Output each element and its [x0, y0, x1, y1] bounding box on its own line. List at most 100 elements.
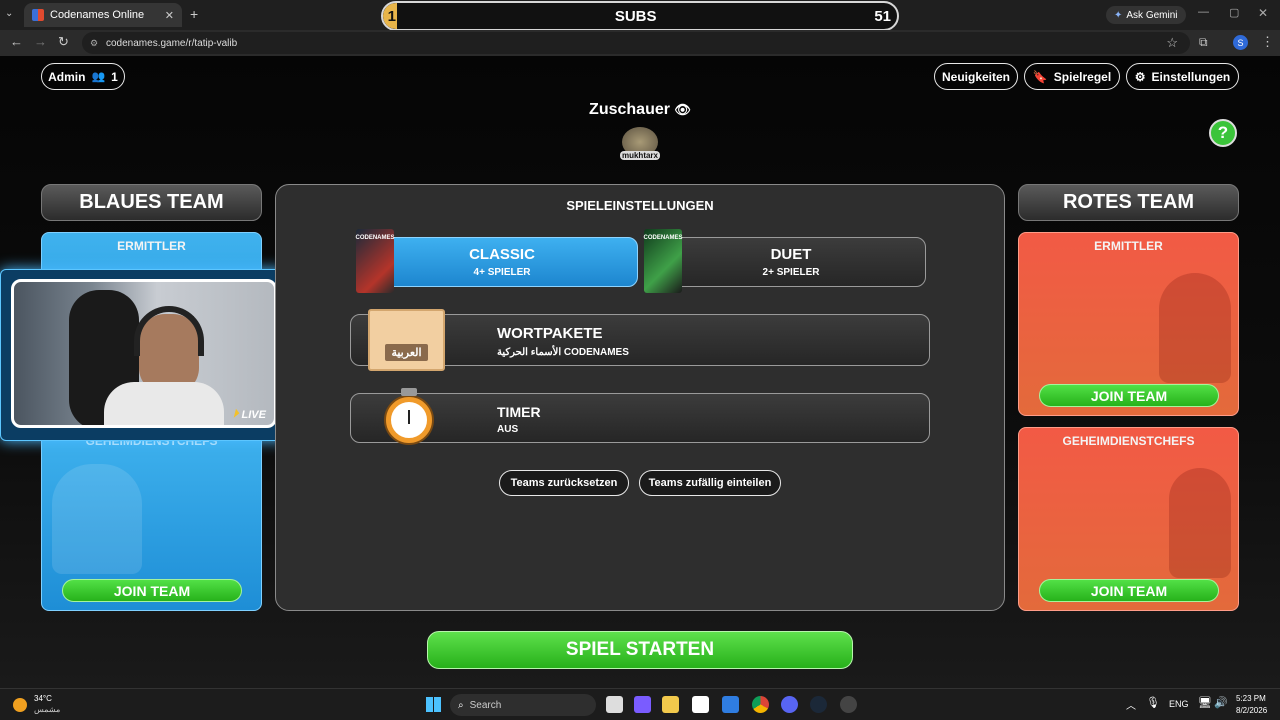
bookmark-icon: 🔖 [1032, 69, 1048, 84]
blue-spymasters-card: GEHEIMDIENSTCHEFS JOIN TEAM [41, 427, 262, 611]
site-info-icon[interactable]: ⚙ [90, 38, 98, 49]
subs-goal-bar: 1 SUBS 51 [381, 1, 899, 31]
windows-start-icon[interactable] [426, 697, 441, 712]
stopwatch-icon [386, 388, 432, 443]
streamer-body [104, 382, 224, 425]
gemini-sparkle-icon: ✦ [1114, 9, 1123, 21]
wordpack-card-label: العربية [385, 344, 428, 361]
timer-value: AUS [497, 424, 519, 435]
subs-label: SUBS [614, 7, 657, 25]
new-tab-icon[interactable]: + [190, 6, 198, 22]
maximize-window-icon[interactable]: ▢ [1229, 6, 1239, 19]
ask-gemini-button[interactable]: ✦ Ask Gemini [1106, 6, 1186, 24]
ask-gemini-label: Ask Gemini [1126, 9, 1178, 21]
blue-team-header: BLAUES TEAM [41, 184, 262, 221]
spectator-avatar[interactable]: mukhtarx [620, 127, 660, 167]
webcam-overlay: ⏵ LIVE [0, 269, 289, 441]
eye-icon: 👁 [674, 102, 691, 117]
weather-text: مشمس [34, 705, 61, 714]
gear-icon: ⚙ [1134, 69, 1146, 84]
help-button[interactable]: ? [1209, 119, 1237, 147]
users-icon: 👥 [91, 71, 106, 83]
obs-icon[interactable] [840, 696, 857, 713]
forward-icon[interactable]: → [34, 34, 47, 49]
profile-avatar[interactable]: S [1233, 35, 1248, 50]
settings-title: SPIELEINSTELLUNGEN [566, 198, 714, 213]
red-spymasters-card: GEHEIMDIENSTCHEFS JOIN TEAM [1018, 427, 1239, 611]
spectators-label: Zuschauer [589, 101, 670, 118]
live-label: LIVE [241, 408, 266, 421]
language-indicator[interactable]: ENG [1169, 699, 1189, 709]
close-window-icon[interactable]: ✕ [1258, 6, 1268, 20]
news-label: Neuigkeiten [941, 69, 1010, 84]
wordpack-title: WORTPAKETE [497, 325, 603, 342]
headphones-icon [134, 306, 204, 356]
reset-teams-button[interactable]: Teams zurücksetzen [499, 470, 629, 496]
rules-button[interactable]: 🔖 Spielregel [1024, 63, 1120, 90]
browser-tab[interactable]: Codenames Online ✕ [24, 3, 182, 27]
spectator-name: mukhtarx [620, 151, 660, 160]
blue-join-team-button[interactable]: JOIN TEAM [62, 579, 242, 602]
admin-button[interactable]: Admin 👥 1 [41, 63, 125, 90]
store-icon[interactable] [692, 696, 709, 713]
duet-title: DUET [770, 246, 812, 263]
close-tab-icon[interactable]: ✕ [165, 9, 174, 22]
timer-option[interactable]: TIMER AUS [350, 393, 930, 443]
browser-tab-bar: ⌄ Codenames Online ✕ + 1 SUBS 51 ✦ Ask G… [0, 0, 1280, 31]
subs-left-value: 1 [387, 7, 396, 25]
spectators-title: Zuschauer 👁 [560, 101, 720, 119]
settings-button[interactable]: ⚙ Einstellungen [1126, 63, 1239, 90]
duet-subtitle: 2+ SPIELER [762, 267, 820, 278]
red-spymasters-join-button[interactable]: JOIN TEAM [1039, 579, 1219, 602]
tray-chevron-icon[interactable]: ︿ [1126, 697, 1136, 712]
search-placeholder: Search [469, 699, 502, 711]
address-bar[interactable]: ⚙ codenames.game/r/tatip-valib ☆ [82, 32, 1190, 54]
reload-icon[interactable]: ↻ [58, 34, 69, 50]
back-icon[interactable]: ← [10, 34, 23, 49]
network-icon[interactable]: 🖥 [1198, 696, 1212, 709]
file-explorer-icon[interactable] [662, 696, 679, 713]
taskbar-search-box[interactable]: ⌕ Search [450, 694, 596, 716]
minimize-window-icon[interactable]: — [1198, 6, 1209, 18]
admin-label: Admin [48, 69, 86, 84]
widgets-icon[interactable] [634, 696, 651, 713]
weather-temp: 34°C [34, 694, 52, 703]
mail-icon[interactable] [722, 696, 739, 713]
classic-box-image: CODENAMES [356, 229, 395, 293]
subs-right-value: 51 [874, 7, 891, 25]
randomize-teams-button[interactable]: Teams zufällig einteilen [639, 470, 781, 496]
red-spymaster-illustration [1169, 468, 1231, 578]
classic-mode-option[interactable]: CLASSIC 4+ SPIELER [366, 237, 638, 287]
news-button[interactable]: Neuigkeiten [934, 63, 1018, 90]
clock-date[interactable]: 8/2/2026 [1236, 706, 1267, 715]
bookmark-star-icon[interactable]: ☆ [1166, 35, 1178, 51]
discord-icon[interactable] [781, 696, 798, 713]
game-settings-panel: SPIELEINSTELLUNGEN CLASSIC 4+ SPIELER CO… [275, 184, 1005, 611]
wordpack-card-image: العربية [368, 309, 445, 371]
steam-icon[interactable] [810, 696, 827, 713]
browser-menu-icon[interactable]: ⋮ [1261, 34, 1274, 50]
webcam-video [11, 279, 277, 428]
chrome-icon[interactable] [752, 696, 769, 713]
duet-box-image: CODENAMES [644, 229, 683, 293]
live-play-icon: ⏵ [233, 408, 239, 420]
weather-sun-icon [13, 698, 27, 712]
task-view-icon[interactable] [606, 696, 623, 713]
red-spymasters-label: GEHEIMDIENSTCHEFS [1062, 434, 1195, 448]
red-operatives-join-button[interactable]: JOIN TEAM [1039, 384, 1219, 407]
start-game-button[interactable]: SPIEL STARTEN [427, 631, 853, 669]
red-operatives-card: ERMITTLER JOIN TEAM [1018, 232, 1239, 416]
rules-label: Spielregel [1053, 69, 1112, 84]
microphone-icon[interactable]: 🎙 [1146, 696, 1160, 709]
duet-mode-option[interactable]: DUET 2+ SPIELER [656, 237, 926, 287]
timer-title: TIMER [497, 404, 541, 420]
blue-spymaster-illustration [52, 464, 142, 574]
browser-toolbar: ← → ↻ ⚙ codenames.game/r/tatip-valib ☆ ⧉… [0, 30, 1280, 56]
settings-label: Einstellungen [1151, 69, 1231, 84]
tab-list-button[interactable]: ⌄ [5, 8, 13, 19]
extensions-icon[interactable]: ⧉ [1199, 35, 1208, 50]
red-operatives-label: ERMITTLER [1094, 239, 1163, 253]
stopwatch-hand [408, 410, 410, 424]
volume-icon[interactable]: 🔊 [1214, 696, 1228, 709]
clock-time[interactable]: 5:23 PM [1236, 694, 1266, 703]
